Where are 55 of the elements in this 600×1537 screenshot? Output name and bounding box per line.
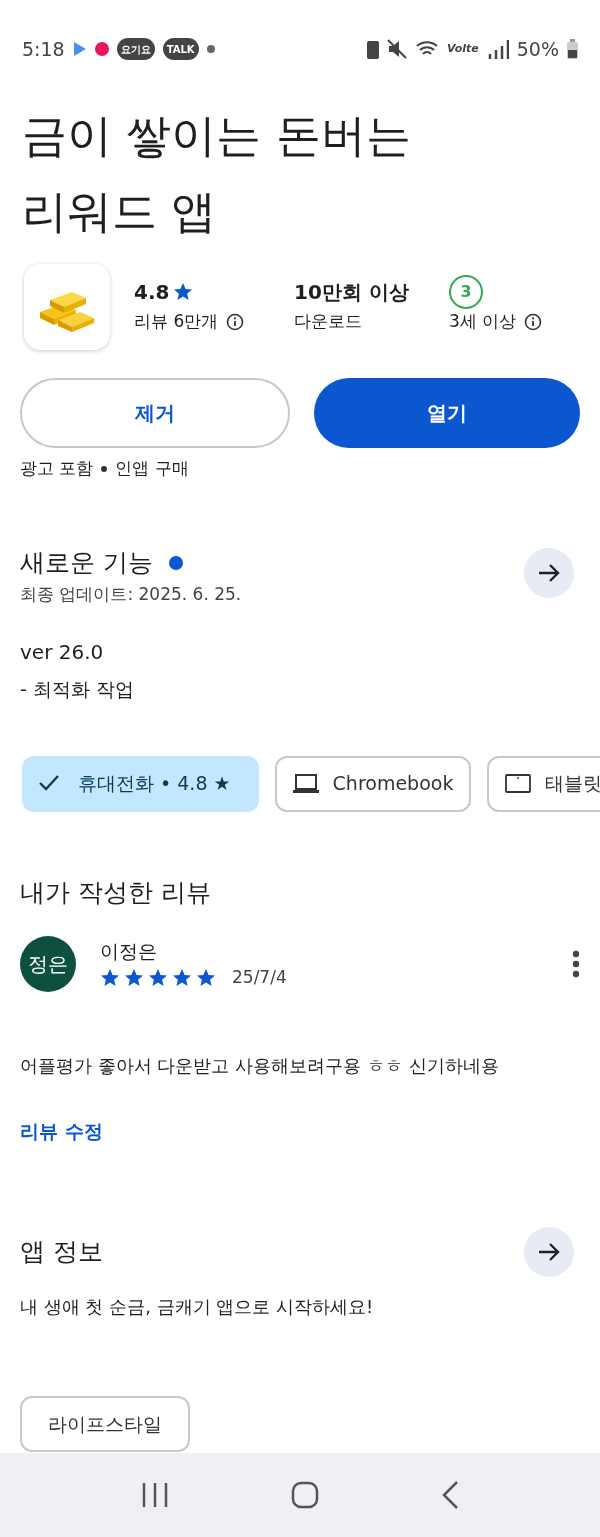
arrow-button[interactable] bbox=[524, 1227, 574, 1277]
star-icon bbox=[100, 967, 120, 988]
notification-badge: TALK bbox=[162, 38, 199, 60]
app-title: 리워드 앱 bbox=[22, 184, 218, 240]
laptop-icon bbox=[292, 773, 319, 794]
app-note: 광고 포함 bbox=[20, 457, 94, 480]
notification-badge: 요기요 bbox=[116, 38, 155, 60]
update-date: 최종 업데이트: 2025. 6. 25. bbox=[20, 582, 242, 606]
status-time: 5:18 bbox=[22, 36, 65, 62]
star-icon bbox=[148, 967, 168, 988]
app-note: 인앱 구매 bbox=[115, 457, 189, 480]
battery-percent: 50% bbox=[516, 36, 559, 62]
star-icon bbox=[124, 967, 144, 988]
app-icon bbox=[24, 264, 110, 350]
home-icon[interactable] bbox=[291, 1481, 319, 1509]
play-icon bbox=[72, 41, 87, 57]
back-icon[interactable] bbox=[441, 1480, 459, 1510]
dot-icon bbox=[206, 45, 215, 53]
age-rating-badge: 3 bbox=[449, 275, 483, 309]
stat-value: 10만회 이상 bbox=[294, 279, 409, 306]
bullet-icon bbox=[101, 465, 108, 472]
section-title: 내가 작성한 리뷰 bbox=[19, 876, 212, 908]
open-button[interactable]: 열기 bbox=[314, 378, 580, 448]
dot-icon bbox=[94, 42, 109, 56]
network-label: Volte bbox=[447, 40, 479, 57]
changelog-text: - 최적화 작업 bbox=[19, 677, 135, 702]
version-text: ver 26.0 bbox=[19, 639, 105, 666]
recent-apps-icon[interactable] bbox=[141, 1482, 169, 1508]
stat-label: 리뷰 6만개 bbox=[134, 310, 219, 334]
star-icon bbox=[172, 967, 192, 988]
app-description: 내 생애 첫 순금, 금캐기 앱으로 시작하세요! bbox=[19, 1295, 375, 1319]
reviewer-avatar: 정은 bbox=[20, 935, 76, 992]
arrow-button[interactable] bbox=[524, 547, 574, 598]
battery-saver-icon bbox=[367, 39, 379, 59]
stat-label: 3세 이상 bbox=[449, 310, 517, 334]
more-options-icon[interactable] bbox=[572, 949, 580, 978]
edit-review-link[interactable]: 리뷰 수정 bbox=[20, 1116, 103, 1145]
reviewer-name: 이정은 bbox=[100, 938, 158, 964]
device-chip[interactable]: 태블릿 bbox=[487, 755, 600, 812]
device-chip[interactable]: Chromebook bbox=[274, 755, 472, 812]
stat-value: 4.8 bbox=[134, 279, 170, 306]
device-chip[interactable]: 휴대전화 • 4.8 ★ bbox=[22, 755, 259, 812]
review-text: 어플평가 좋아서 다운받고 사용해보려구용 ㅎㅎ 신기하네용 bbox=[19, 1053, 500, 1078]
app-title: 금이 쌓이는 돈버는 bbox=[22, 108, 412, 164]
section-title: 앱 정보 bbox=[20, 1237, 103, 1267]
star-icon bbox=[196, 967, 216, 988]
stat-label: 다운로드 bbox=[294, 310, 362, 334]
battery-icon bbox=[567, 39, 578, 59]
review-date: 25/7/4 bbox=[232, 966, 287, 989]
category-tag[interactable]: 라이프스타일 bbox=[20, 1396, 190, 1452]
tablet-icon bbox=[505, 773, 532, 794]
uninstall-button[interactable]: 제거 bbox=[20, 378, 290, 448]
signal-icon bbox=[486, 39, 509, 59]
mute-icon bbox=[387, 39, 407, 59]
section-title: 새로운 기능 bbox=[20, 547, 153, 578]
